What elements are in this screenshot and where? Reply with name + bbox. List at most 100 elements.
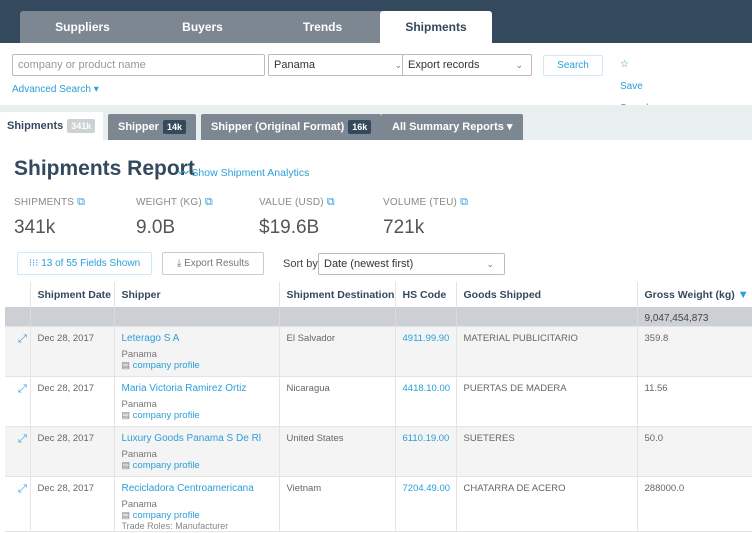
report-tabs-bar: Shipments 341k Shipper 14k Shipper (Origin… <box>0 105 752 140</box>
download-icon: ⤓ <box>176 258 182 269</box>
copy-icon[interactable]: ⧉ <box>327 196 335 208</box>
page-title: Shipments Report <box>14 157 195 180</box>
table-header-row: Shipment Date Shipper Shipment Destinati… <box>5 282 752 307</box>
shipper-country: Panama <box>121 448 157 460</box>
tab-buyers[interactable]: Buyers <box>140 11 265 43</box>
cell-weight: 359.8 <box>637 326 752 377</box>
cell-destination: Vietnam <box>279 476 396 532</box>
count-badge: 16k <box>348 120 372 134</box>
company-profile-link[interactable]: ▤ company profile <box>122 410 279 421</box>
table-row: ⤢ Dec 28, 2017 Luxury Goods Panama S De … <box>5 426 752 477</box>
header-expand <box>5 282 31 307</box>
totals-row: 9,047,454,873 <box>5 307 752 327</box>
shipper-country: Panama <box>121 498 157 510</box>
stat-shipments: SHIPMENTS ⧉ 341k <box>14 196 85 239</box>
cell-date: Dec 28, 2017 <box>30 476 115 532</box>
cell-destination: Nicaragua <box>279 376 396 427</box>
header-destination[interactable]: Shipment Destination <box>279 282 396 307</box>
building-icon: ▤ <box>121 509 131 520</box>
table-row: ⤢ Dec 28, 2017 Maria Victoria Ramirez Or… <box>5 376 752 427</box>
advanced-search-link[interactable]: Advanced Search ▾ <box>12 84 99 95</box>
show-analytics-link[interactable]: 〰 Show Shipment Analytics <box>178 165 309 180</box>
shipper-link[interactable]: Recicladora Centroamericana <box>122 483 279 494</box>
table-row: ⤢ Dec 28, 2017 Recicladora Centroamerica… <box>5 476 752 532</box>
building-icon: ▤ <box>121 409 131 420</box>
sort-select[interactable]: Date (newest first) ⌄ <box>318 253 505 275</box>
export-label: Export Results <box>184 258 250 269</box>
subtab-label: All Summary Reports ▾ <box>392 121 513 133</box>
stat-value: 9.0B <box>136 217 176 238</box>
header-label: Gross Weight (kg) <box>644 288 735 301</box>
tab-trends[interactable]: Trends <box>260 11 385 43</box>
subtab-shipper-original[interactable]: Shipper (Original Format) 16k <box>201 114 382 140</box>
cell-destination: United States <box>279 426 396 477</box>
expand-icon[interactable]: ⤢ <box>12 383 27 395</box>
shipper-link[interactable]: Luxury Goods Panama S De Rl <box>122 433 279 444</box>
tab-suppliers[interactable]: Suppliers <box>20 11 145 43</box>
copy-icon[interactable]: ⧉ <box>460 196 468 208</box>
total-gross-weight: 9,047,454,873 <box>637 307 752 327</box>
record-type-select[interactable]: Export records ⌄ <box>402 54 532 76</box>
cell-goods: SUETERES <box>456 426 638 477</box>
hs-code-link[interactable]: 4418.10.00 <box>403 383 451 394</box>
chevron-down-icon: ⌄ <box>394 60 402 70</box>
profile-label: company profile <box>132 459 200 471</box>
count-badge: 14k <box>162 120 186 134</box>
tab-shipments[interactable]: Shipments <box>380 11 492 43</box>
cell-date: Dec 28, 2017 <box>30 326 115 377</box>
subtab-label: Shipper (Original Format) <box>211 121 345 133</box>
trend-line-icon: 〰 <box>178 167 189 179</box>
shipper-country: Panama <box>121 398 157 410</box>
country-select[interactable]: Panama ⌄ <box>268 54 411 76</box>
grid-icon: ⁝⁝⁝ <box>28 258 39 269</box>
table-row: ⤢ Dec 28, 2017 Leterago S A Panama ▤ com… <box>5 326 752 377</box>
hs-code-link[interactable]: 4911.99.90 <box>403 333 450 344</box>
cell-date: Dec 28, 2017 <box>30 426 115 477</box>
analytics-label: Show Shipment Analytics <box>191 167 310 179</box>
shipper-link[interactable]: Leterago S A <box>122 333 279 344</box>
shipper-country: Panama <box>121 348 157 360</box>
chevron-down-icon: ⌄ <box>515 60 523 70</box>
hs-code-link[interactable]: 7204.49.00 <box>403 483 451 494</box>
shipper-link[interactable]: Maria Victoria Ramirez Ortiz <box>122 383 279 394</box>
profile-label: company profile <box>132 509 200 521</box>
company-profile-link[interactable]: ▤ company profile <box>122 510 279 521</box>
stat-label: VOLUME (TEU) <box>383 197 458 208</box>
stat-value: 341k <box>14 217 56 238</box>
cell-shipper: Maria Victoria Ramirez Ortiz Panama ▤ co… <box>114 376 280 427</box>
copy-icon[interactable]: ⧉ <box>77 196 85 208</box>
cell-weight: 288000.0 <box>637 476 752 532</box>
stat-label: VALUE (USD) <box>259 197 324 208</box>
cell-shipper: Recicladora Centroamericana Panama ▤ com… <box>114 476 280 532</box>
expand-icon[interactable]: ⤢ <box>12 483 27 495</box>
header-shipper[interactable]: Shipper <box>114 282 280 307</box>
subtab-shipments[interactable]: Shipments 341k <box>0 112 104 140</box>
expand-icon[interactable]: ⤢ <box>12 333 27 345</box>
subtab-all-summary-reports[interactable]: All Summary Reports ▾ <box>381 114 524 140</box>
stat-label: WEIGHT (KG) <box>136 197 202 208</box>
header-shipment-date[interactable]: Shipment Date <box>30 282 115 307</box>
building-icon: ▤ <box>121 459 131 470</box>
search-input[interactable]: company or product name <box>12 54 265 76</box>
header-gross-weight[interactable]: Gross Weight (kg) ▼ <box>637 282 752 307</box>
profile-label: company profile <box>132 409 200 421</box>
cell-weight: 50.0 <box>637 426 752 477</box>
count-badge: 341k <box>67 119 96 133</box>
search-button[interactable]: Search <box>543 55 603 76</box>
filter-icon[interactable]: ▼ <box>738 289 749 301</box>
fields-shown-button[interactable]: ⁝⁝⁝ 13 of 55 Fields Shown <box>17 252 152 275</box>
header-goods-shipped[interactable]: Goods Shipped <box>456 282 638 307</box>
stat-label: SHIPMENTS <box>14 197 75 208</box>
header-hs-code[interactable]: HS Code <box>395 282 457 307</box>
subtab-label: Shipper <box>118 121 159 133</box>
export-results-button[interactable]: ⤓ Export Results <box>162 252 264 275</box>
subtab-shipper[interactable]: Shipper 14k <box>108 114 196 140</box>
company-profile-link[interactable]: ▤ company profile <box>122 360 279 371</box>
stat-value: $19.6B <box>259 217 320 238</box>
company-profile-link[interactable]: ▤ company profile <box>122 460 279 471</box>
expand-icon[interactable]: ⤢ <box>12 433 27 445</box>
building-icon: ▤ <box>121 359 131 370</box>
stat-value-usd: VALUE (USD) ⧉ $19.6B <box>259 196 335 239</box>
hs-code-link[interactable]: 6110.19.00 <box>403 433 450 444</box>
copy-icon[interactable]: ⧉ <box>205 196 213 208</box>
